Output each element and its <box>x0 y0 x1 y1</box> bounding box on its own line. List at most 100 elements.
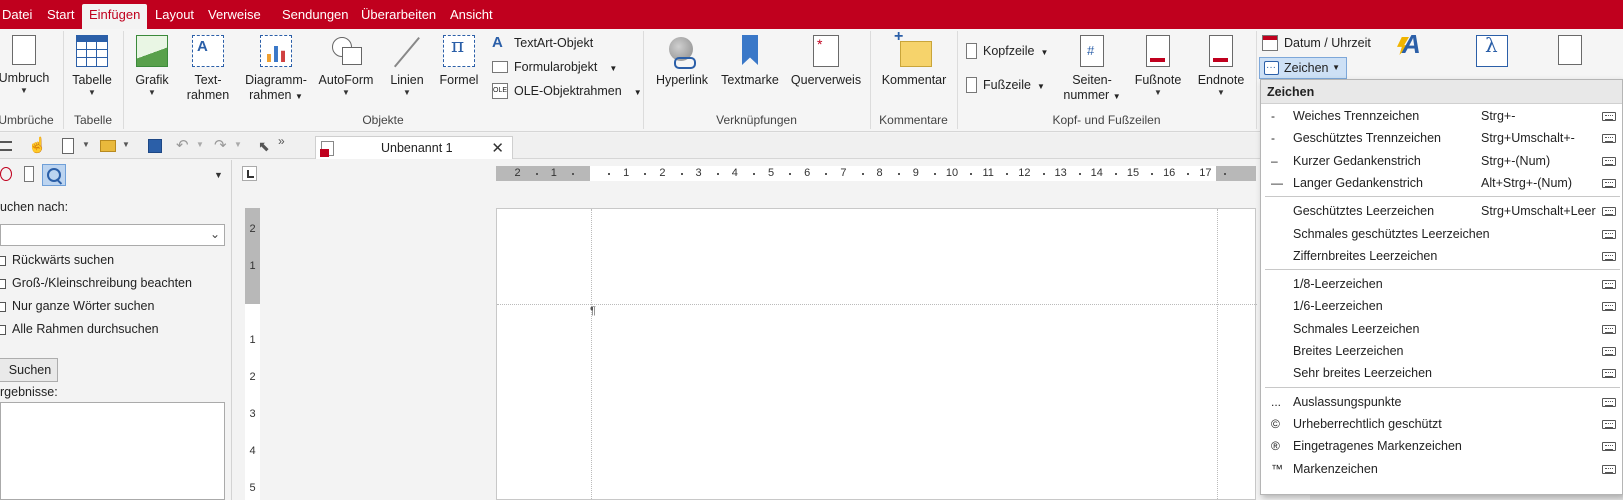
kopfzeile-button[interactable]: Kopfzeile ▼ <box>966 41 1048 61</box>
page-icon[interactable] <box>24 166 34 182</box>
tab-verweise[interactable]: Verweise <box>201 0 268 29</box>
fussnote-button[interactable]: Fußnote ▼ <box>1130 35 1186 98</box>
vertical-ruler[interactable]: 2 1 1 2 3 4 5 <box>245 208 260 500</box>
menu-item[interactable]: - Weiches Trennzeichen Strg+- <box>1261 105 1622 128</box>
textrahmen-button[interactable]: Text- rahmen <box>183 35 233 103</box>
checkbox-rueckwaerts[interactable] <box>0 256 6 266</box>
textart-button[interactable]: A TextArt-Objekt <box>492 33 593 53</box>
keyboard-icon[interactable] <box>1602 302 1616 312</box>
keyboard-icon[interactable] <box>1602 369 1616 379</box>
tab-layout[interactable]: Layout <box>148 0 201 29</box>
hand-icon[interactable]: ☝ <box>28 138 47 154</box>
keyboard-icon[interactable] <box>1602 442 1616 452</box>
document-tab[interactable]: Unbenannt 1 ✕ <box>315 136 513 159</box>
menu-item[interactable]: 1/6-Leerzeichen <box>1261 295 1622 318</box>
new-document-icon[interactable] <box>62 138 74 154</box>
redo-icon[interactable]: ↷ <box>214 138 230 154</box>
document-object-button[interactable] <box>1548 35 1592 71</box>
kommentar-button[interactable]: Kommentar <box>878 29 950 88</box>
menu-item[interactable]: ... Auslassungspunkte <box>1261 391 1622 414</box>
tab-datei[interactable]: Datei <box>0 0 39 29</box>
navigator-icon[interactable] <box>0 167 12 181</box>
tab-stop-selector[interactable] <box>242 166 257 181</box>
menu-item[interactable]: 1/8-Leerzeichen <box>1261 273 1622 296</box>
keyboard-icon[interactable] <box>1602 397 1616 407</box>
menu-item[interactable]: Sehr breites Leerzeichen <box>1261 362 1622 385</box>
chevron-down-icon[interactable]: ▼ <box>214 170 223 180</box>
keyboard-icon[interactable] <box>1602 156 1616 166</box>
hyperlink-button[interactable]: Hyperlink <box>650 35 714 88</box>
results-list[interactable] <box>0 402 225 500</box>
checkbox-ganze-woerter[interactable] <box>0 302 6 312</box>
menu-item[interactable]: – Kurzer Gedankenstrich Strg+-(Num) <box>1261 150 1622 173</box>
keyboard-icon[interactable] <box>1602 419 1616 429</box>
list-icon[interactable] <box>0 141 12 151</box>
keyboard-icon[interactable] <box>1602 207 1616 217</box>
menu-item[interactable]: Schmales Leerzeichen <box>1261 318 1622 341</box>
menu-item[interactable]: Breites Leerzeichen <box>1261 340 1622 363</box>
grafik-button[interactable]: Grafik ▼ <box>130 35 174 98</box>
keyboard-icon[interactable] <box>1602 324 1616 334</box>
autoform-button[interactable]: AutoForm ▼ <box>316 35 376 98</box>
datum-uhrzeit-button[interactable]: Datum / Uhrzeit <box>1262 33 1371 53</box>
menu-item[interactable]: Geschütztes Leerzeichen Strg+Umschalt+Lee… <box>1261 200 1622 223</box>
ruler-tick <box>1223 173 1226 175</box>
seitennummer-button[interactable]: Seiten- nummer ▼ <box>1062 35 1122 104</box>
search-button[interactable]: Suchen <box>0 358 58 382</box>
character-symbol: – <box>1271 153 1278 168</box>
endnote-button[interactable]: Endnote ▼ <box>1193 35 1249 98</box>
tabelle-button[interactable]: Tabelle ▼ <box>68 35 116 98</box>
keyboard-icon[interactable] <box>1602 347 1616 356</box>
chevron-down-icon[interactable]: ▼ <box>82 140 90 149</box>
keyboard-icon[interactable] <box>1602 112 1616 121</box>
diagrammrahmen-button[interactable]: Diagramm- rahmen ▼ <box>243 35 309 104</box>
keyboard-icon[interactable] <box>1602 134 1616 144</box>
chevron-down-icon[interactable]: ▼ <box>234 140 242 149</box>
symbol-button[interactable] <box>1470 35 1514 73</box>
tab-sendungen[interactable]: Sendungen <box>275 0 356 29</box>
umbruch-button[interactable]: Umbruch ▼ <box>0 35 52 96</box>
keyboard-icon[interactable] <box>1602 464 1616 474</box>
chevron-down-icon[interactable]: ▼ <box>122 140 130 149</box>
menu-item[interactable]: Ziffernbreites Leerzeichen <box>1261 245 1622 268</box>
tab-ansicht[interactable]: Ansicht <box>443 0 500 29</box>
menu-item[interactable]: ® Eingetragenes Markenzeichen <box>1261 435 1622 458</box>
formularobjekt-button[interactable]: Formularobjekt ▼ <box>492 57 617 77</box>
fusszeile-button[interactable]: Fußzeile ▼ <box>966 75 1045 95</box>
menu-item[interactable]: Schmales geschütztes Leerzeichen <box>1261 223 1622 246</box>
close-icon[interactable]: ✕ <box>491 139 504 157</box>
folder-open-icon[interactable] <box>100 140 116 152</box>
document-page[interactable]: ¶ <box>496 208 1257 500</box>
chevron-down-icon[interactable]: ⌄ <box>210 227 220 241</box>
checkbox-alle-rahmen[interactable] <box>0 325 6 335</box>
menu-item[interactable]: - Geschütztes Trennzeichen Strg+Umschalt+- <box>1261 127 1622 150</box>
querverweis-button[interactable]: Querverweis <box>790 35 862 88</box>
ole-button[interactable]: OLE OLE-Objektrahmen ▼ <box>492 81 642 101</box>
option-label: Alle Rahmen durchsuchen <box>12 322 159 336</box>
keyboard-icon[interactable] <box>1602 178 1616 188</box>
search-icon[interactable] <box>42 164 66 186</box>
checkbox-gross-klein[interactable] <box>0 279 6 289</box>
textmarke-button[interactable]: Textmarke <box>718 35 782 88</box>
search-input[interactable]: ⌄ <box>0 224 225 246</box>
tab-start[interactable]: Start <box>40 0 81 29</box>
chevron-down-icon[interactable]: ▼ <box>196 140 204 149</box>
pointer-icon[interactable]: ⬉ <box>258 138 274 154</box>
menu-item[interactable]: © Urheberrechtlich geschützt <box>1261 413 1622 436</box>
tab-einfuegen[interactable]: Einfügen <box>82 4 148 29</box>
menu-item[interactable]: — Langer Gedankenstrich Alt+Strg+-(Num) <box>1261 172 1622 195</box>
ruler-number: 11 <box>982 167 994 179</box>
menu-item[interactable]: ™ Markenzeichen <box>1261 458 1622 481</box>
keyboard-icon[interactable] <box>1602 280 1616 290</box>
formel-button[interactable]: Formel <box>437 35 481 88</box>
linien-button[interactable]: Linien ▼ <box>385 35 429 98</box>
keyboard-icon[interactable] <box>1602 251 1616 261</box>
undo-icon[interactable]: ↶ <box>176 138 192 154</box>
tab-ueberarbeiten[interactable]: Überarbeiten <box>354 0 443 29</box>
zeichen-button[interactable]: Zeichen ▼ <box>1259 57 1347 79</box>
horizontal-ruler[interactable]: 2 1 1 2 3 4 5 6 7 8 9 10 11 12 13 14 15 16 17 <box>496 166 1262 181</box>
more-icon[interactable]: » <box>278 134 294 150</box>
keyboard-icon[interactable] <box>1602 229 1616 239</box>
textart-large-button[interactable] <box>1390 35 1434 73</box>
save-icon[interactable] <box>148 139 162 153</box>
